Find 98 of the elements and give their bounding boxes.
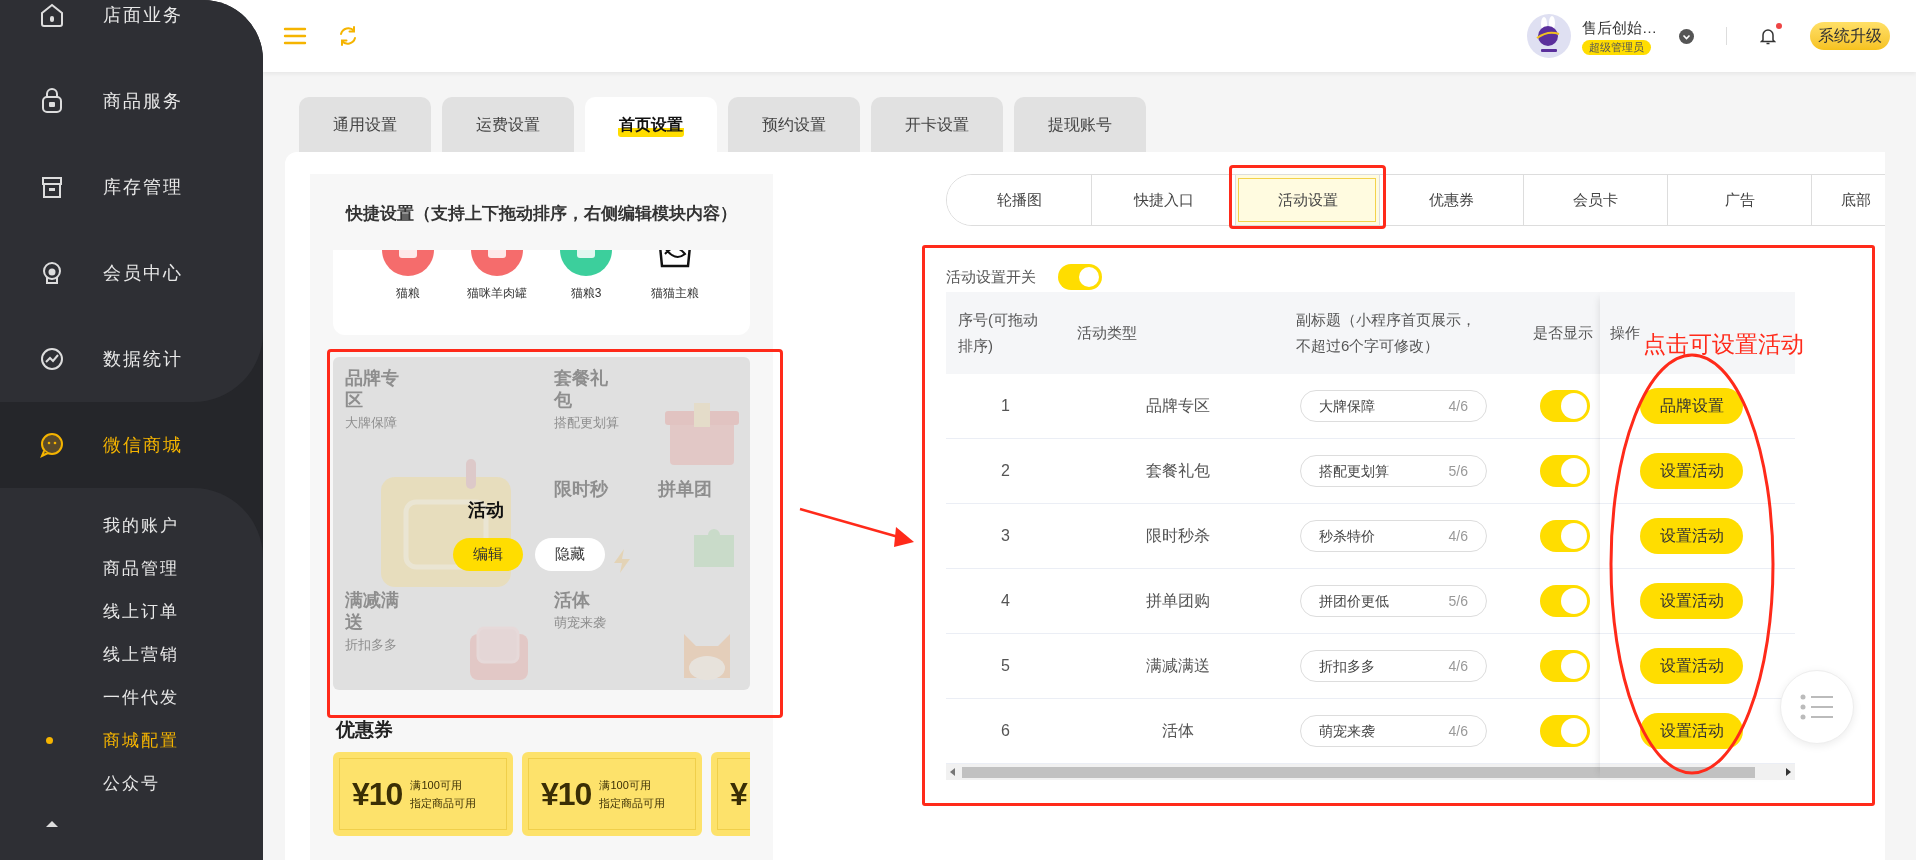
house-icon <box>38 1 66 29</box>
toggle-switch[interactable] <box>1540 650 1590 682</box>
sidebar-item[interactable]: 库存管理 <box>0 144 263 230</box>
coupon-amount: ¥ <box>730 775 747 814</box>
input-field[interactable]: 大牌保障 4/6 <box>1300 390 1487 422</box>
role-badge: 超级管理员 <box>1582 39 1651 55</box>
action-button[interactable]: 设置活动 <box>1640 713 1743 749</box>
tab[interactable]: 运费设置 <box>442 97 574 152</box>
user-name: 售后创始… <box>1582 17 1657 38</box>
scroll-left-icon[interactable] <box>950 768 956 776</box>
coupon-condition: 满100可用 <box>410 778 463 793</box>
upgrade-button[interactable]: 系统升级 <box>1810 22 1890 50</box>
switch-label: 活动设置开关 <box>946 266 1036 287</box>
table-cell-text: 限时秒杀 <box>1145 526 1210 546</box>
action-button[interactable]: 设置活动 <box>1640 518 1743 554</box>
toggle-switch[interactable] <box>1540 455 1590 487</box>
tab[interactable]: 通用设置 <box>299 97 431 152</box>
sidebar-subitem[interactable]: 线上营销 <box>0 633 263 676</box>
tile-subtitle: 萌宠来袭 <box>553 613 606 632</box>
table-cell-text: 套餐礼包 <box>1145 461 1210 481</box>
toggle-switch[interactable] <box>1540 390 1590 422</box>
action-button[interactable]: 设置活动 <box>1640 648 1743 684</box>
tab[interactable]: 开卡设置 <box>871 97 1003 152</box>
tile-title: 满减满送 <box>345 588 400 633</box>
table-cell-text: 1 <box>1001 396 1010 416</box>
sidebar-subitem[interactable]: 一件代发 <box>0 676 263 719</box>
category-label[interactable]: 猫咪羊肉罐 <box>466 283 527 302</box>
sidebar-subitem[interactable]: 商城配置 <box>0 719 263 762</box>
column-header: 是否显示 <box>1533 323 1593 343</box>
input-field[interactable]: 折扣多多 4/6 <box>1300 650 1487 682</box>
tile-subtitle: 折扣多多 <box>345 635 397 654</box>
toggle-switch[interactable] <box>1540 585 1590 617</box>
sidebar-item[interactable]: 店面业务 <box>0 0 263 58</box>
coupon-amount: ¥10 <box>541 775 592 814</box>
table-cell-text: 4 <box>1001 591 1010 611</box>
category-label[interactable]: 猫猫主粮 <box>651 283 700 302</box>
annotation-text: 点击可设置活动 <box>1643 330 1804 359</box>
table-cell-text: 2 <box>1001 461 1010 481</box>
menu-icon[interactable] <box>283 27 307 45</box>
column-header: 副标题（小程序首页展示，不超过6个字可修改） <box>1296 310 1477 356</box>
section-title: 优惠券 <box>334 717 394 742</box>
column-header: 活动类型 <box>1077 323 1137 343</box>
coupon-amount: ¥10 <box>352 775 403 814</box>
table-cell-text: 活体 <box>1161 721 1194 741</box>
sub-tab[interactable]: 活动设置 <box>1235 175 1379 225</box>
sidebar-subitem[interactable]: 线上订单 <box>0 590 263 633</box>
coupon-scope: 指定商品可用 <box>599 796 666 811</box>
tab[interactable]: 预约设置 <box>728 97 860 152</box>
section-title: 快捷设置（支持上下拖动排序，右侧编辑模块内容） <box>344 203 738 225</box>
coupon-condition: 满100可用 <box>599 778 652 793</box>
sidebar-item[interactable]: 会员中心 <box>0 230 263 316</box>
tab[interactable]: 提现账号 <box>1014 97 1146 152</box>
sidebar-item[interactable]: 数据统计 <box>0 316 263 402</box>
scroll-right-icon[interactable] <box>1785 768 1791 776</box>
scrollbar-thumb[interactable] <box>962 766 1755 778</box>
table-cell-text: 5 <box>1001 656 1010 676</box>
table-cell-text: 拼单团购 <box>1145 591 1210 611</box>
tile-title: 活体 <box>553 588 591 611</box>
coupon-scope: 指定商品可用 <box>410 796 477 811</box>
block-title: 活动 <box>468 498 504 522</box>
action-button[interactable]: 设置活动 <box>1640 583 1743 619</box>
bell-icon[interactable] <box>1760 27 1776 45</box>
category-label[interactable]: 猫粮3 <box>570 283 602 302</box>
sidebar-item[interactable]: 商品服务 <box>0 58 263 144</box>
chevron-down-icon[interactable] <box>1679 28 1694 44</box>
tile-subtitle: 搭配更划算 <box>553 413 619 432</box>
chat-icon <box>38 431 66 459</box>
table-cell-text: 品牌专区 <box>1145 396 1210 416</box>
input-field[interactable]: 拼团价更低 5/6 <box>1300 585 1487 617</box>
toggle-switch[interactable] <box>1540 520 1590 552</box>
sidebar-subitem[interactable]: 商品管理 <box>0 547 263 590</box>
hide-button[interactable]: 隐藏 <box>535 537 605 571</box>
column-header: 序号(可拖动排序) <box>958 310 1039 356</box>
sidebar-subitem[interactable]: 公众号 <box>0 762 263 805</box>
list-icon <box>1800 694 1834 720</box>
avatar-icon[interactable] <box>1527 14 1571 58</box>
category-label[interactable]: 猫粮 <box>395 283 420 302</box>
edit-button[interactable]: 编辑 <box>453 537 523 571</box>
table-cell-text: 6 <box>1001 721 1010 741</box>
input-field[interactable]: 秒杀特价 4/6 <box>1300 520 1487 552</box>
input-field[interactable]: 萌宠来袭 4/6 <box>1300 715 1487 747</box>
action-button[interactable]: 品牌设置 <box>1640 388 1743 424</box>
column-header: 操作 <box>1610 323 1640 343</box>
tile-title: 拼单团 <box>657 477 713 500</box>
action-button[interactable]: 设置活动 <box>1640 453 1743 489</box>
toggle-switch[interactable] <box>1540 715 1590 747</box>
sidebar-subitem[interactable]: 我的账户 <box>0 504 263 547</box>
tile-subtitle: 大牌保障 <box>345 413 397 432</box>
table-cell-text: 3 <box>1001 526 1010 546</box>
tile-title: 限时秒 <box>553 477 609 500</box>
toggle-switch[interactable] <box>1058 264 1102 290</box>
chart-icon <box>38 345 66 373</box>
coupon-card[interactable]: ¥ <box>711 752 750 836</box>
input-field[interactable]: 搭配更划算 5/6 <box>1300 455 1487 487</box>
table-cell-text: 满减满送 <box>1145 656 1210 676</box>
tile-title: 品牌专区 <box>345 366 400 411</box>
refresh-icon[interactable] <box>337 25 359 47</box>
tile-title: 套餐礼包 <box>553 366 609 411</box>
